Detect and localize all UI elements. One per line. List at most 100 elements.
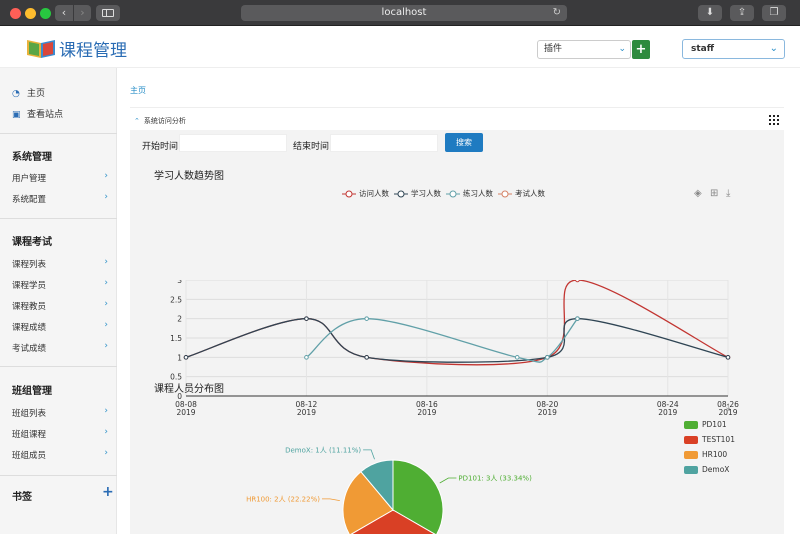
- label-line: [439, 477, 457, 484]
- download-chart-icon[interactable]: ⤓: [726, 188, 730, 199]
- y-tick-label: 1: [177, 353, 182, 362]
- legend-label: TEST101: [702, 435, 735, 444]
- share-icon[interactable]: ⇪: [730, 5, 754, 21]
- sidebar-item-label: 系统配置: [12, 195, 47, 205]
- browser-titlebar: ‹ › localhost ↻ ⬇ ⇪ ❐: [0, 0, 800, 26]
- add-bookmark-icon[interactable]: +: [102, 484, 114, 500]
- legend-label: 考试人数: [515, 189, 545, 198]
- sidebar-item-team-courses[interactable]: 班组课程 ›: [12, 427, 108, 440]
- divider: [0, 133, 117, 134]
- start-time-input[interactable]: [179, 134, 287, 152]
- sidebar-link-label: 查看站点: [27, 110, 64, 120]
- y-tick-label: 2: [177, 315, 182, 324]
- grid-menu-icon[interactable]: [769, 115, 779, 125]
- legend-item-visits[interactable]: 访问人数: [342, 188, 389, 199]
- x-tick-label: 2019: [538, 408, 557, 417]
- pie-slice-label: HR100: 2人 (22.22%): [246, 495, 320, 503]
- sidebar-item-course-students[interactable]: 课程学员 ›: [12, 278, 108, 291]
- data-point: [364, 316, 369, 321]
- chevron-right-icon: ›: [104, 427, 108, 437]
- legend-label: PD101: [702, 420, 727, 429]
- sidebar-item-team-list[interactable]: 班组列表 ›: [12, 406, 108, 419]
- pie-legend-item-test101[interactable]: TEST101: [684, 435, 735, 444]
- x-tick-label: 2019: [297, 408, 316, 417]
- breadcrumb[interactable]: 主页: [130, 85, 146, 96]
- sidebar-item-course-list[interactable]: 课程列表 ›: [12, 257, 108, 270]
- legend-item-learners[interactable]: 学习人数: [394, 188, 441, 199]
- legend-item-practice[interactable]: 练习人数: [446, 188, 493, 199]
- reload-icon[interactable]: ↻: [553, 5, 561, 21]
- legend-label: 练习人数: [463, 189, 493, 198]
- tabs-icon[interactable]: ❐: [762, 5, 786, 21]
- back-button[interactable]: ‹: [55, 5, 73, 21]
- close-window-button[interactable]: [10, 8, 21, 19]
- sidebar-item-course-grades[interactable]: 课程成绩 ›: [12, 320, 108, 333]
- sidebar-item-label: 班组成员: [12, 451, 47, 461]
- pie-legend-item-pd101[interactable]: PD101: [684, 420, 727, 429]
- chevron-right-icon: ›: [104, 192, 108, 202]
- zoom-window-button[interactable]: [40, 8, 51, 19]
- sidebar-item-team-members[interactable]: 班组成员 ›: [12, 448, 108, 461]
- user-select-value: staff: [691, 44, 715, 54]
- series-line: [185, 318, 729, 363]
- plugin-select-value: 插件: [544, 44, 563, 54]
- sidebar-link-home[interactable]: ◔ 主页: [12, 86, 45, 99]
- data-point: [545, 355, 550, 360]
- data-point: [364, 355, 369, 360]
- pie-legend-item-hr100[interactable]: HR100: [684, 450, 727, 459]
- sidebar-toggle-button[interactable]: [96, 5, 120, 21]
- download-icon[interactable]: ⬇: [698, 5, 722, 21]
- address-text: localhost: [381, 7, 427, 18]
- sidebar-item-users[interactable]: 用户管理 ›: [12, 171, 108, 184]
- add-plugin-button[interactable]: +: [632, 40, 650, 59]
- app-brand-title[interactable]: 课程管理: [59, 36, 127, 61]
- legend-marker: [394, 190, 408, 198]
- analytics-panel: 开始时间: 结束时间: 搜索 学习人数趋势图 访问人数 学习人数 练习人数 考试…: [130, 130, 784, 534]
- plugin-select[interactable]: 插件 ⌄: [537, 40, 631, 59]
- download-pie-icon[interactable]: ⤓: [726, 402, 730, 413]
- legend-item-exam[interactable]: 考试人数: [498, 188, 545, 199]
- app-header: 课程管理 插件 ⌄ + staff ⌄: [0, 26, 800, 68]
- chevron-right-icon: ›: [104, 320, 108, 330]
- section-header[interactable]: ⌃ 系统访问分析: [134, 116, 186, 126]
- chevron-right-icon: ›: [104, 171, 108, 181]
- chevron-right-icon: ›: [104, 448, 108, 458]
- forward-button[interactable]: ›: [73, 5, 91, 21]
- y-tick-label: 1.5: [170, 334, 182, 343]
- stack-icon[interactable]: ◈: [694, 188, 702, 199]
- legend-label: DemoX: [702, 465, 730, 474]
- end-time-input[interactable]: [330, 134, 438, 152]
- sidebar-item-exam-grades[interactable]: 考试成绩 ›: [12, 341, 108, 354]
- x-tick-label: 2019: [176, 408, 195, 417]
- legend-marker: [342, 190, 356, 198]
- end-time-label: 结束时间:: [293, 142, 333, 152]
- sidebar-icon: [102, 9, 114, 17]
- sidebar-item-label: 课程学员: [12, 281, 47, 291]
- user-select[interactable]: staff ⌄: [682, 39, 785, 59]
- sidebar-item-course-teachers[interactable]: 课程教员 ›: [12, 299, 108, 312]
- sidebar-link-view-site[interactable]: ▣ 查看站点: [12, 107, 63, 120]
- data-point: [575, 316, 580, 321]
- main-content: 主页 ⌃ 系统访问分析 开始时间: 结束时间: 搜索 学习人数趋势图 访问人数 学…: [118, 68, 800, 534]
- chevron-down-icon: ⌄: [769, 43, 778, 54]
- pie-slice-label: PD101: 3人 (33.34%): [458, 475, 532, 483]
- data-view-icon[interactable]: ⊞: [710, 188, 718, 199]
- sidebar-item-config[interactable]: 系统配置 ›: [12, 192, 108, 205]
- data-point: [183, 355, 189, 360]
- pie-legend-item-demox[interactable]: DemoX: [684, 465, 729, 474]
- legend-swatch: [684, 451, 698, 459]
- legend-swatch: [684, 421, 698, 429]
- course-distribution-pie: PD101: 3人 (33.34%) HR100: 2人 (22.22%) Demo…: [246, 446, 532, 534]
- minimize-window-button[interactable]: [25, 8, 36, 19]
- address-bar[interactable]: localhost ↻: [241, 5, 567, 21]
- sidebar-group-title: 班组管理: [12, 386, 52, 397]
- chevron-right-icon: ›: [104, 257, 108, 267]
- legend-swatch: [684, 436, 698, 444]
- sidebar: ◔ 主页 ▣ 查看站点 系统管理 用户管理 › 系统配置 › 课程考试 课程列表 › 课程…: [0, 68, 117, 534]
- chevron-right-icon: ›: [104, 341, 108, 351]
- legend-swatch: [684, 466, 698, 474]
- sidebar-item-label: 班组课程: [12, 430, 47, 440]
- search-button[interactable]: 搜索: [445, 133, 483, 152]
- x-tick-label: 2019: [417, 408, 436, 417]
- legend-marker: [446, 190, 460, 198]
